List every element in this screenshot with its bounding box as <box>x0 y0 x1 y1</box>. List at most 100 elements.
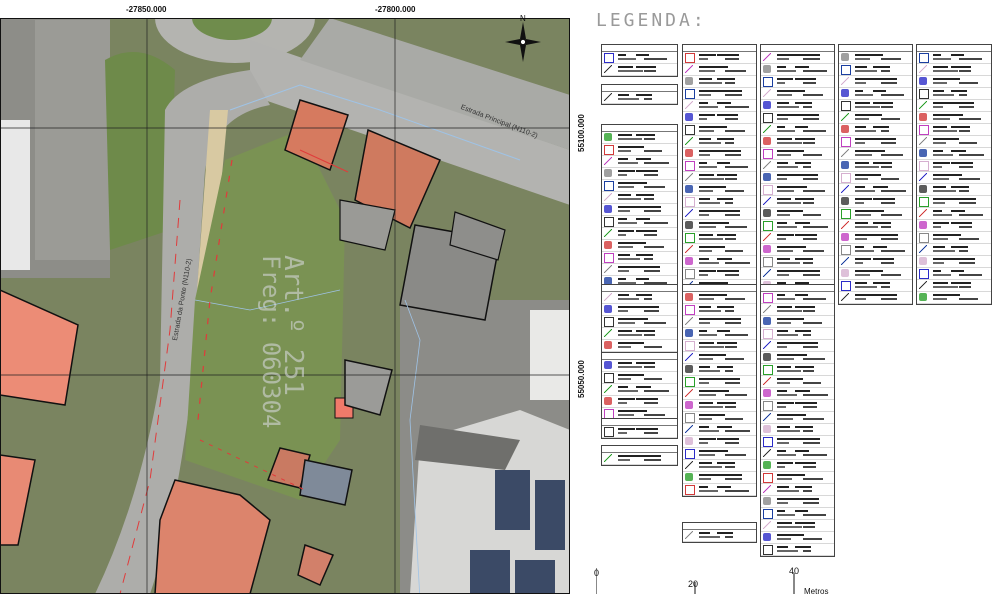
legend-text-redacted <box>777 54 797 56</box>
legend-text-redacted <box>803 130 826 132</box>
legend-item <box>839 124 912 136</box>
legend-text-redacted <box>618 174 627 176</box>
legend-text-redacted <box>618 218 627 220</box>
legend-text-redacted <box>933 298 947 300</box>
legend-section <box>682 522 757 543</box>
legend-item <box>839 148 912 160</box>
legend-symbol-icon <box>919 77 927 85</box>
legend-symbol-icon <box>685 233 695 243</box>
legend-symbol-icon <box>763 509 773 519</box>
legend-item <box>602 132 677 144</box>
legend-text-redacted <box>951 150 966 152</box>
legend-text-redacted <box>725 178 737 180</box>
legend-symbol-icon <box>763 521 771 529</box>
legend-text-redacted <box>933 286 958 288</box>
legend-text-redacted <box>717 294 727 296</box>
legend-text-redacted <box>933 262 944 264</box>
legend-symbol-icon <box>685 209 693 217</box>
legend-text-redacted <box>717 402 736 404</box>
legend-text-redacted <box>855 162 869 164</box>
legend-text-redacted <box>725 382 740 384</box>
legend-item <box>683 460 756 472</box>
legend-text-redacted <box>725 454 746 456</box>
legend-text-redacted <box>717 90 742 92</box>
orthophoto-map[interactable]: -27850.000 -27800.000 Estrada Principal … <box>0 0 570 594</box>
legend-item <box>839 208 912 220</box>
legend-text-redacted <box>699 198 710 200</box>
legend-symbol-icon <box>841 173 851 183</box>
legend-item <box>761 196 834 208</box>
legend-section <box>838 44 913 305</box>
legend-symbol-icon <box>763 401 773 411</box>
legend-text-redacted <box>717 66 728 68</box>
legend-item <box>683 244 756 256</box>
legend-item <box>683 472 756 484</box>
legend-text-redacted <box>803 250 824 252</box>
legend-text-redacted <box>725 250 743 252</box>
legend-text-redacted <box>699 462 712 464</box>
legend-item <box>683 232 756 244</box>
legend-text-redacted <box>618 210 630 212</box>
legend-symbol-icon <box>763 245 771 253</box>
legend-text-redacted <box>717 438 739 440</box>
legend-text-redacted <box>959 274 982 276</box>
legend-item <box>683 172 756 184</box>
legend-item <box>761 316 834 328</box>
legend-text-redacted <box>795 162 811 164</box>
legend-text-redacted <box>618 346 631 348</box>
legend-text-redacted <box>873 126 889 128</box>
legend-text-redacted <box>699 178 724 180</box>
legend-item <box>602 384 677 396</box>
legend-text-redacted <box>777 58 789 60</box>
legend-item <box>683 424 756 436</box>
legend-text-redacted <box>855 178 868 180</box>
legend-item <box>761 268 834 280</box>
legend-item <box>917 124 991 136</box>
legend-text-redacted <box>933 142 946 144</box>
legend-text-redacted <box>959 286 971 288</box>
legend-item <box>602 426 677 438</box>
legend-symbol-icon <box>919 101 927 109</box>
scale-bar: 0 20 40 Metros <box>594 566 836 596</box>
legend-text-redacted <box>725 70 746 72</box>
legend-item <box>602 340 677 352</box>
legend-text-redacted <box>699 358 713 360</box>
legend-text-redacted <box>725 274 739 276</box>
legend-text-redacted <box>777 490 799 492</box>
legend-text-redacted <box>618 246 633 248</box>
legend-text-redacted <box>951 234 961 236</box>
legend-text-redacted <box>873 210 884 212</box>
legend-section-header <box>683 523 756 530</box>
legend-text-redacted <box>777 258 790 260</box>
legend-symbol-icon <box>841 149 849 157</box>
legend-text-redacted <box>699 418 712 420</box>
legend-text-redacted <box>959 238 979 240</box>
legend-text-redacted <box>699 190 713 192</box>
legend-text-redacted <box>855 226 878 228</box>
legend-text-redacted <box>795 66 809 68</box>
legend-symbol-icon <box>763 473 773 483</box>
legend-text-redacted <box>644 322 666 324</box>
legend-symbol-icon <box>841 233 849 241</box>
legend-item <box>761 364 834 376</box>
legend-section-header <box>839 45 912 52</box>
legend-text-redacted <box>795 414 806 416</box>
legend-text-redacted <box>933 126 947 128</box>
legend-text-redacted <box>777 390 787 392</box>
scale-bar-graphic <box>596 568 795 594</box>
legend-text-redacted <box>636 455 661 457</box>
legend-symbol-icon <box>919 113 927 121</box>
legend-symbol-icon <box>841 89 849 97</box>
legend-symbol-icon <box>685 531 693 539</box>
legend-symbol-icon <box>919 125 929 135</box>
legend-symbol-icon <box>685 161 695 171</box>
legend-text-redacted <box>803 550 811 552</box>
legend-text-redacted <box>881 298 897 300</box>
legend-item <box>917 232 991 244</box>
legend-item <box>917 148 991 160</box>
legend-text-redacted <box>881 118 900 120</box>
legend-item <box>761 124 834 136</box>
legend-item <box>761 112 834 124</box>
legend-symbol-icon <box>604 265 612 273</box>
legend-symbol-icon <box>919 209 927 217</box>
